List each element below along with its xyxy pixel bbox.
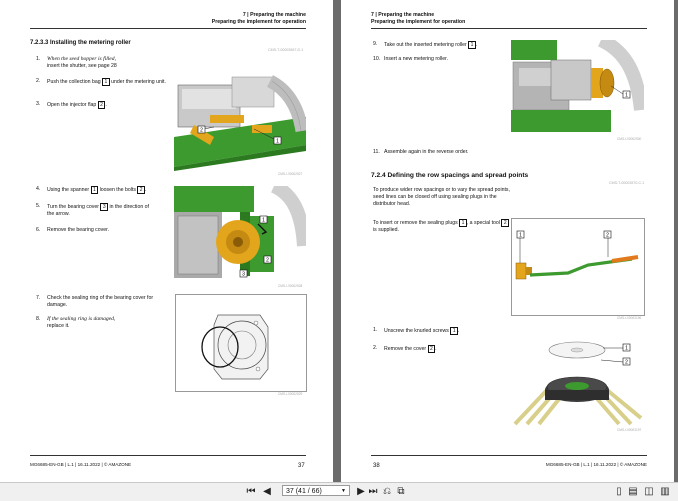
two-page-view-icon[interactable]: ◫ [643,485,655,499]
svg-text:2: 2 [625,359,628,365]
svg-text:2: 2 [266,257,269,263]
go-forward-icon[interactable]: ⧉ [396,485,406,499]
step-1: 1. When the seed hopper is filled, insert… [36,56,117,69]
tool-paragraph: To insert or remove the sealing plugs 1,… [373,219,509,234]
svg-text:2: 2 [606,232,609,238]
previous-page-icon[interactable]: ◀ [262,485,272,499]
step-11: 11. Assemble again in the reverse order. [373,149,469,155]
step-2: 2. Push the collection bag 1 under the m… [36,78,166,86]
step-6: 6. Remove the bearing cover. [36,227,109,233]
step-8: 8. If the sealing ring is damaged, replac… [36,316,116,329]
figure-code: CMS-I-00003196 [617,316,642,320]
figure-code: CMS-I-00002528 [278,284,303,288]
step-4: 4. Using the spanner 1 loosen the bolts … [36,186,147,194]
svg-text:1: 1 [519,232,522,238]
svg-text:1: 1 [625,345,628,351]
figure-sealing-plug-tool: 1 2 [511,218,645,316]
section-title: Preparing the implement for operation [211,19,306,25]
continuous-view-icon[interactable]: ▤ [628,485,638,499]
figure-code: CMS-I-00003197 [617,428,642,432]
page-header: 7 | Preparing the machine Preparing the … [371,12,465,26]
svg-text:1: 1 [262,217,265,223]
chevron-down-icon[interactable]: ▼ [341,486,346,497]
figure-code: CMS-I-00002530 [617,137,642,141]
step-9: 9. Take out the inserted metering roller… [373,41,478,49]
first-page-icon[interactable]: ⏮ [246,485,256,499]
page-number-input[interactable]: 37 (41 / 66) ▼ [282,485,350,496]
page-37: 7 | Preparing the machine Preparing the … [0,0,333,482]
section-heading: 7.2.4 Defining the row spacings and spre… [371,172,529,179]
footer-rule [30,455,306,456]
intro-paragraph: To produce wider row spacings or to vary… [373,187,510,207]
single-page-view-icon[interactable]: ▯ [614,485,624,499]
svg-text:1: 1 [625,92,628,98]
section-heading: 7.2.3.3 Installing the metering roller [30,40,131,46]
step-3: 3. Open the injector flap 2. [36,101,107,109]
figure-sealing-ring [175,294,307,392]
two-page-continuous-view-icon[interactable]: ▥ [659,485,671,499]
svg-text:1: 1 [276,138,279,144]
header-rule [371,28,647,29]
step-5: 5. Turn the bearing cover 3 in the direc… [36,203,149,217]
last-page-icon[interactable]: ⏭ [368,485,378,499]
figure-distributor-head: 1 2 [511,326,644,426]
page-header: 7 | Preparing the machine Preparing the … [212,12,306,26]
svg-text:2: 2 [200,127,203,133]
page-38: 7 | Preparing the machine Preparing the … [341,0,674,482]
chapter-title: 7 | Preparing the machine [371,12,435,18]
page-number: 38 [373,463,380,469]
svg-text:3: 3 [242,271,245,277]
figure-metering-unit: 1 2 [174,75,306,171]
figure-bearing-cover: 1 3 2 [174,186,306,282]
header-rule [30,28,306,29]
chapter-title: 7 | Preparing the machine [242,12,306,18]
next-page-icon[interactable]: ▶ [356,485,366,499]
go-back-icon[interactable]: ⎌ [382,485,392,499]
section-title: Preparing the implement for operation [371,19,466,25]
footer-rule [371,455,647,456]
page-number: 37 [298,463,305,469]
footer-text: MG6685-EN-GB | L.1 | 16.11.2022 | © AMAZ… [545,462,647,467]
step-1: 1. Unscrew the knurled screws 1. [373,327,460,335]
figure-code: CMS-I-00002527 [278,172,303,176]
doc-id: CMS-T-00003570-C.1 [609,181,645,185]
step-10: 10. Insert a new metering roller. [373,56,449,62]
page-indicator: 37 (41 / 66) [286,488,322,495]
figure-metering-roller: 1 [511,40,644,136]
step-7: 7. Check the sealing ring of the bearing… [36,295,154,308]
figure-code: CMS-I-00002529 [278,392,303,396]
doc-id: CMS-T-00003567-D.1 [268,48,304,52]
step-2: 2. Remove the cover 2. [373,345,437,353]
footer-text: MG6685-EN-GB | L.1 | 16.11.2022 | © AMAZ… [30,462,132,467]
